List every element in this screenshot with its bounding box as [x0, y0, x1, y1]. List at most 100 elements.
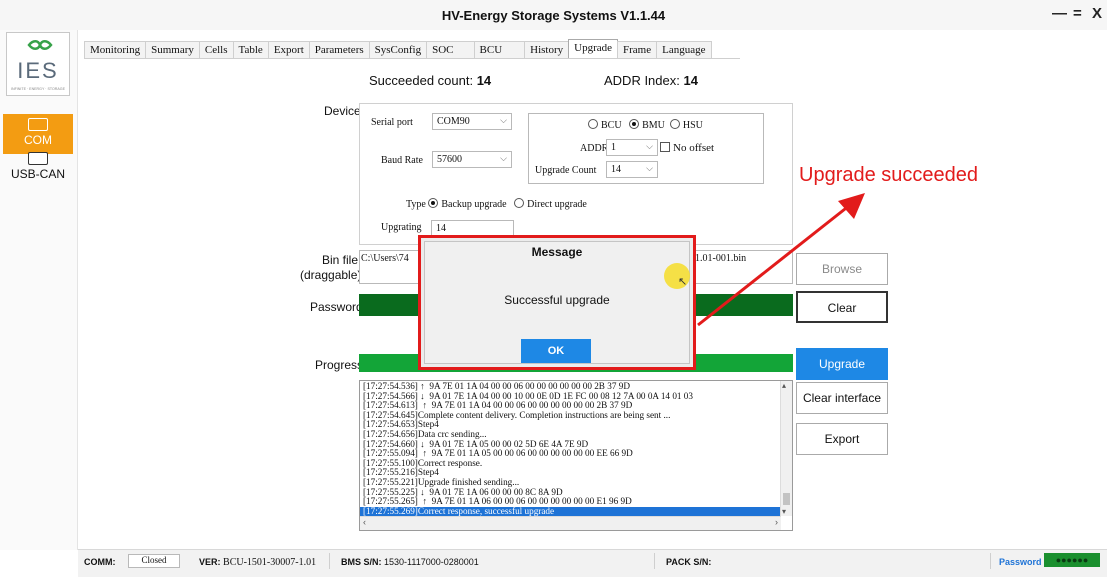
tab-upgrade[interactable]: Upgrade [568, 39, 619, 59]
tab-bcu[interactable]: BCU [473, 41, 526, 59]
tab-summary[interactable]: Summary [145, 41, 200, 59]
status-password-field[interactable]: ●●●●●● [1044, 553, 1100, 567]
bin-file-label: Bin file [322, 253, 359, 267]
status-pack-sn: PACK S/N: [666, 557, 712, 567]
ok-button[interactable]: OK [521, 339, 591, 363]
serial-port-icon [28, 118, 48, 131]
annotation-arrow-icon [697, 193, 865, 327]
export-button[interactable]: Export [796, 423, 888, 455]
upgrade-count-label: Upgrade Count [535, 165, 597, 176]
serial-port-label: Serial port [371, 117, 413, 128]
device-label: Device [324, 104, 361, 118]
log-list: [17:27:54.536] ↑ 9A 7E 01 1A 04 00 00 06… [360, 381, 792, 517]
log-line[interactable]: [17:27:54.645]Complete content delivery.… [360, 411, 792, 421]
addr-index-value: 14 [683, 73, 698, 88]
bin-file-hint: (draggable) [300, 268, 362, 282]
scroll-right-icon[interactable]: › [775, 517, 778, 527]
log-line[interactable]: [17:27:55.100]Correct response. [360, 459, 792, 469]
log-line[interactable]: [17:27:55.265] ↑ 9A 7E 01 1A 06 00 00 06… [360, 497, 792, 507]
log-line[interactable]: [17:27:54.653]Step4 [360, 420, 792, 430]
serial-port-select[interactable]: COM90 ⌵ [432, 113, 512, 130]
tab-monitoring[interactable]: Monitoring [84, 41, 147, 59]
log-horizontal-scrollbar[interactable]: ‹ › [360, 516, 781, 530]
close-button[interactable]: X [1092, 5, 1102, 22]
upgrade-count-select[interactable]: 14 ⌵ [606, 161, 658, 178]
tab-soc[interactable]: SOC [426, 41, 475, 59]
chevron-down-icon: ⌵ [646, 141, 653, 151]
chevron-down-icon: ⌵ [646, 163, 653, 173]
log-line[interactable]: [17:27:55.225] ↓ 9A 01 7E 1A 06 00 00 00… [360, 488, 792, 498]
maximize-button[interactable]: = [1073, 5, 1082, 22]
log-panel[interactable]: [17:27:54.536] ↑ 9A 7E 01 1A 04 00 00 06… [359, 380, 793, 531]
sidebar-item-label: USB-CAN [10, 167, 65, 181]
radio-direct-upgrade[interactable]: Direct upgrade [514, 198, 587, 210]
app-logo: IES INFINITE · ENERGY · STORAGE [6, 32, 70, 96]
tab-export[interactable]: Export [267, 41, 310, 59]
dialog-title: Message [531, 245, 583, 259]
log-line[interactable]: [17:27:55.216]Step4 [360, 468, 792, 478]
progress-label: Progress [315, 358, 364, 372]
succeeded-count: Succeeded count: 14 [369, 73, 492, 88]
upgrating-label: Upgrating [381, 222, 422, 233]
tab-cells[interactable]: Cells [198, 41, 234, 59]
log-line[interactable]: [17:27:55.221]Upgrade finished sending..… [360, 478, 792, 488]
chevron-down-icon: ⌵ [500, 153, 507, 163]
mouse-pointer-icon: ↖ [678, 276, 688, 288]
tab-bar: Monitoring Summary Cells Table Export Pa… [84, 39, 712, 59]
scroll-left-icon[interactable]: ‹ [363, 517, 366, 527]
tab-parameters[interactable]: Parameters [308, 41, 370, 59]
no-offset-checkbox[interactable]: No offset [660, 142, 714, 154]
tab-language[interactable]: Language [656, 41, 712, 59]
password-label: Password [310, 300, 363, 314]
radio-bmu[interactable]: BMU [629, 119, 665, 131]
log-line[interactable]: [17:27:54.566] ↓ 9A 01 7E 1A 04 00 00 10… [360, 392, 792, 402]
status-comm: COMM: [84, 557, 116, 567]
log-line[interactable]: [17:27:54.656]Data crc sending... [360, 430, 792, 440]
sidebar [0, 30, 78, 550]
log-line[interactable]: [17:27:55.094] ↑ 9A 7E 01 1A 05 00 00 06… [360, 449, 792, 459]
log-line[interactable]: [17:27:55.269]Correct response, successf… [360, 506, 792, 517]
radio-hsu[interactable]: HSU [669, 119, 703, 131]
radio-backup-upgrade[interactable]: Backup upgrade [428, 198, 507, 210]
status-bms-sn: BMS S/N: 1530-1117000-0280001 [341, 557, 479, 567]
sidebar-item-label: COM [24, 133, 52, 147]
upgrating-field[interactable]: 14 [431, 220, 514, 236]
tab-table[interactable]: Table [232, 41, 269, 59]
chevron-down-icon: ⌵ [500, 115, 507, 125]
addr-select[interactable]: 1 ⌵ [606, 139, 658, 156]
baud-rate-label: Baud Rate [381, 155, 423, 166]
radio-bcu[interactable]: BCU [588, 119, 622, 131]
log-line[interactable]: [17:27:54.613] ↑ 9A 7E 01 1A 04 00 00 06… [360, 401, 792, 411]
addr-index: ADDR Index: 14 [604, 73, 698, 88]
minimize-button[interactable]: — [1052, 5, 1067, 22]
tab-frame[interactable]: Frame [617, 41, 658, 59]
svg-text:INFINITE · ENERGY · STORAGE: INFINITE · ENERGY · STORAGE [11, 87, 66, 91]
upgrade-button[interactable]: Upgrade [796, 348, 888, 380]
tab-history[interactable]: History [524, 41, 570, 59]
addr-label: ADDR [580, 143, 609, 154]
message-dialog: Message Successful upgrade OK [418, 235, 696, 370]
type-radio-group: Type Backup upgrade Direct upgrade [406, 198, 587, 210]
baud-rate-select[interactable]: 57600 ⌵ [432, 151, 512, 168]
comm-state: Closed [128, 554, 180, 568]
window-title: HV-Energy Storage Systems V1.1.44 [441, 8, 666, 23]
log-vertical-scrollbar[interactable]: ▴ ▾ [780, 381, 792, 516]
tab-sysconfig[interactable]: SysConfig [368, 41, 428, 59]
infinity-logo-icon: IES INFINITE · ENERGY · STORAGE [11, 40, 66, 91]
status-ver: VER: BCU-1501-30007-1.01 [199, 557, 317, 568]
scrollbar-thumb[interactable] [783, 493, 790, 505]
svg-text:IES: IES [17, 58, 58, 83]
succeeded-count-value: 14 [476, 73, 492, 88]
dialog-message: Successful upgrade [504, 293, 610, 307]
scroll-down-icon[interactable]: ▾ [782, 507, 786, 516]
target-radio-group: BCU BMU HSU [588, 119, 703, 131]
clear-interface-button[interactable]: Clear interface [796, 382, 888, 414]
tab-divider [84, 58, 740, 59]
annotation-text: Upgrade succeeded [799, 164, 979, 186]
sidebar-item-usb-can[interactable]: USB-CAN [3, 148, 73, 188]
bin-path-start: C:\Users\74 [361, 253, 409, 264]
log-line[interactable]: [17:27:54.536] ↑ 9A 7E 01 1A 04 00 00 06… [360, 382, 792, 392]
log-line[interactable]: [17:27:54.660] ↓ 9A 01 7E 1A 05 00 00 02… [360, 440, 792, 450]
scroll-up-icon[interactable]: ▴ [782, 381, 786, 390]
status-password-label: Password [999, 557, 1042, 567]
